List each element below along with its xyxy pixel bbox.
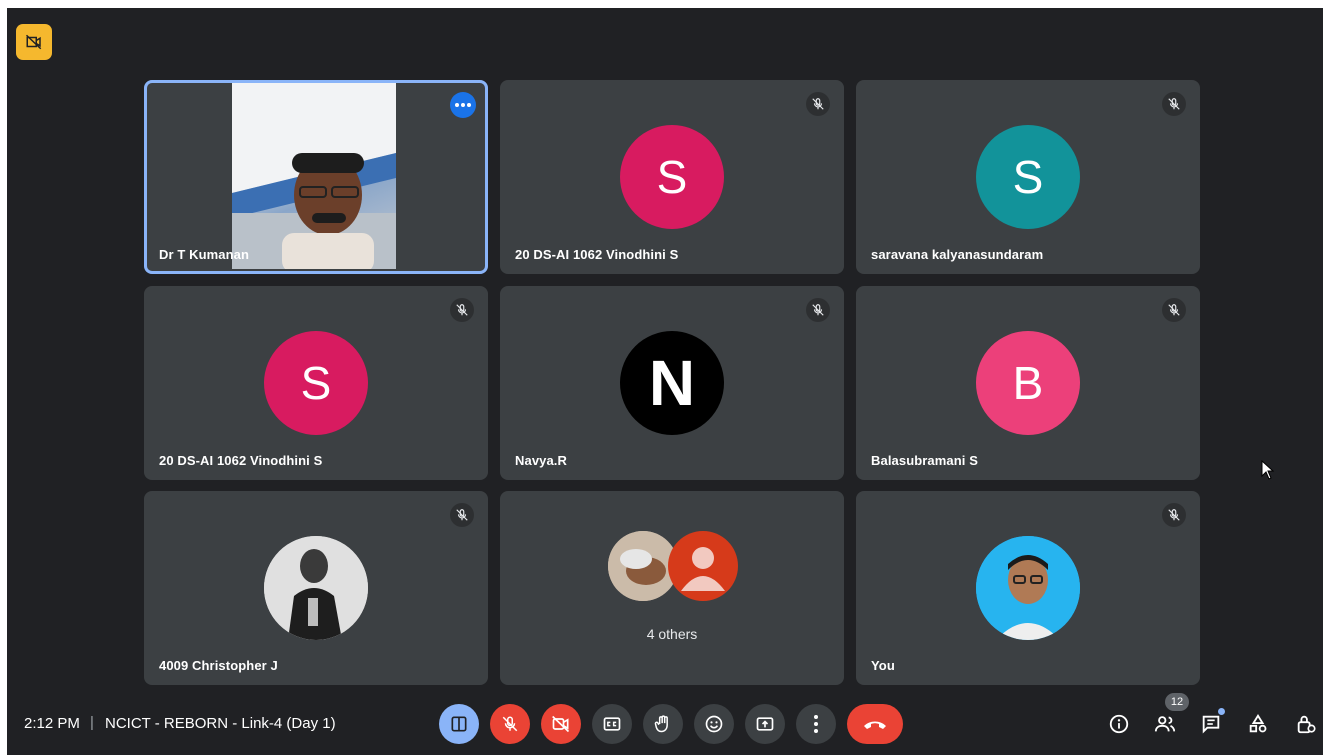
layout-icon xyxy=(451,716,467,732)
avatar-initial: S xyxy=(300,357,332,409)
meeting-stage: Dr T Kumanan S 20 DS-AI 1062 Vinodhini S… xyxy=(7,8,1323,755)
participant-tile-vinodhini[interactable]: S 20 DS-AI 1062 Vinodhini S xyxy=(500,80,844,274)
participant-name: Balasubramani S xyxy=(871,453,978,468)
raise-hand-icon xyxy=(654,715,668,733)
leave-call-button[interactable] xyxy=(847,704,903,744)
avatar: S xyxy=(620,125,724,229)
participant-tile-others[interactable]: 4 others xyxy=(500,491,844,685)
avatar-initial: S xyxy=(656,151,688,203)
avatar-initial: B xyxy=(1012,357,1044,409)
more-options-icon[interactable] xyxy=(450,92,476,118)
title-separator: | xyxy=(90,714,94,731)
people-icon xyxy=(1154,716,1176,732)
emoji-icon xyxy=(705,715,723,733)
meeting-time: 2:12 PM xyxy=(24,715,80,732)
microphone-toggle-button[interactable] xyxy=(490,704,530,744)
avatar: B xyxy=(976,331,1080,435)
participant-name: 20 DS-AI 1062 Vinodhini S xyxy=(515,247,679,262)
activities-icon xyxy=(1249,714,1267,733)
mouse-cursor-icon xyxy=(1261,460,1275,480)
participant-tile-kumanan[interactable]: Dr T Kumanan xyxy=(144,80,488,274)
camera-toggle-button[interactable] xyxy=(541,704,581,744)
participant-name: Dr T Kumanan xyxy=(159,247,250,262)
participant-video xyxy=(232,83,396,269)
host-controls-button[interactable] xyxy=(1289,707,1323,741)
participant-name: 20 DS-AI 1062 Vinodhini S xyxy=(159,453,323,468)
avatar-initial: N xyxy=(648,347,696,419)
activities-button[interactable] xyxy=(1241,707,1275,741)
mic-off-icon xyxy=(450,503,474,527)
mic-off-icon xyxy=(806,298,830,322)
avatar-photo xyxy=(264,536,368,640)
host-controls-icon xyxy=(1297,715,1316,734)
mic-off-icon xyxy=(806,92,830,116)
avatar: S xyxy=(264,331,368,435)
participant-tile-navya[interactable]: N Navya.R xyxy=(500,286,844,480)
mic-off-icon xyxy=(1162,92,1186,116)
others-avatar-default xyxy=(668,531,738,601)
participant-name: saravana kalyanasundaram xyxy=(871,247,1044,262)
mic-off-icon xyxy=(502,716,518,732)
others-count-label: 4 others xyxy=(646,626,698,642)
more-options-button[interactable] xyxy=(796,704,836,744)
participant-name: Navya.R xyxy=(515,453,568,468)
participant-tile-balasubramani[interactable]: B Balasubramani S xyxy=(856,286,1200,480)
participant-tile-christopher[interactable]: 4009 Christopher J xyxy=(144,491,488,685)
present-now-button[interactable] xyxy=(745,704,785,744)
captions-button[interactable] xyxy=(592,704,632,744)
people-count-badge: 12 xyxy=(1165,693,1189,711)
more-options-icon xyxy=(814,715,818,733)
avatar-photo xyxy=(976,536,1080,640)
end-call-icon xyxy=(864,721,886,729)
meeting-title: NCICT - REBORN - Link-4 (Day 1) xyxy=(105,715,336,732)
people-button[interactable] xyxy=(1148,707,1182,741)
camera-off-indicator-icon[interactable] xyxy=(16,24,52,60)
camera-off-icon xyxy=(552,715,570,733)
mic-off-icon xyxy=(450,298,474,322)
participant-tile-you[interactable]: You xyxy=(856,491,1200,685)
layout-button[interactable] xyxy=(439,704,479,744)
chat-unread-dot xyxy=(1218,708,1225,715)
captions-icon xyxy=(603,717,621,731)
participant-tile-vinodhini-2[interactable]: S 20 DS-AI 1062 Vinodhini S xyxy=(144,286,488,480)
avatar-initial: S xyxy=(1012,151,1044,203)
meeting-details-button[interactable] xyxy=(1102,707,1136,741)
raise-hand-button[interactable] xyxy=(643,704,683,744)
mic-off-icon xyxy=(1162,503,1186,527)
meeting-control-bar: 2:12 PM | NCICT - REBORN - Link-4 (Day 1… xyxy=(7,693,1323,755)
chat-button[interactable] xyxy=(1194,707,1228,741)
avatar: N xyxy=(620,331,724,435)
info-icon xyxy=(1109,714,1129,734)
participant-name: 4009 Christopher J xyxy=(159,658,278,673)
avatar: S xyxy=(976,125,1080,229)
participant-name: You xyxy=(871,658,895,673)
chat-icon xyxy=(1202,715,1220,734)
participant-tile-saravana[interactable]: S saravana kalyanasundaram xyxy=(856,80,1200,274)
present-icon xyxy=(756,717,774,731)
emoji-reactions-button[interactable] xyxy=(694,704,734,744)
mic-off-icon xyxy=(1162,298,1186,322)
